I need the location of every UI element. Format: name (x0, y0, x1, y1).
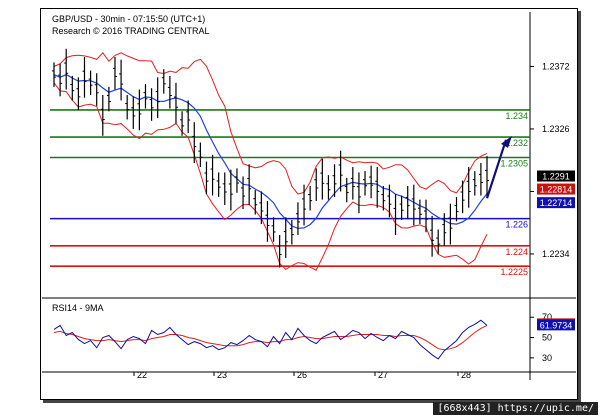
projection-arrow-shaft (485, 139, 508, 199)
rsi-badge-label: 61.9734 (540, 320, 573, 330)
price-badge-label: 1.22714 (540, 198, 573, 208)
x-tick-label: 27 (378, 370, 388, 380)
x-tick-label: 28 (461, 370, 471, 380)
x-tick-label: 26 (297, 370, 307, 380)
bollinger-upper (53, 52, 488, 195)
price-tick-label: 1.2326 (542, 124, 570, 134)
x-tick-label: 23 (217, 370, 227, 380)
level-label: 1.226 (505, 220, 528, 230)
price-tick-label: 1.2372 (542, 61, 570, 71)
price-badge-label: 1.2291 (542, 172, 570, 182)
level-label: 1.2225 (500, 267, 528, 277)
bollinger-lower (53, 82, 488, 271)
level-label: 1.224 (505, 247, 528, 257)
watermark: [668x443] https://upic.me/ (433, 402, 598, 415)
chart-title: GBP/USD - 30min - 07:15:50 (UTC+1) (52, 14, 206, 24)
moving-average (53, 73, 488, 229)
rsi-tick-label: 50 (542, 333, 552, 343)
level-label: 1.2305 (500, 158, 528, 168)
chart-canvas: 1.22341.23261.23721.2341.2321.23051.2261… (42, 12, 576, 380)
rsi-line (53, 319, 488, 360)
level-label: 1.234 (505, 111, 528, 121)
chart-frame: 1.2234 1.2326 1.2372 1.234 1.232 1.2305 1.226 1… (0, 0, 600, 417)
price-tick-label: 1.2234 (542, 249, 570, 259)
chart-subtitle: Research © 2016 TRADING CENTRAL (52, 26, 210, 36)
rsi-label: RSI14 - 9MA (52, 303, 104, 313)
price-badge-label: 1.22814 (540, 185, 573, 195)
x-tick-label: 22 (137, 370, 147, 380)
rsi-tick-label: 30 (542, 353, 552, 363)
